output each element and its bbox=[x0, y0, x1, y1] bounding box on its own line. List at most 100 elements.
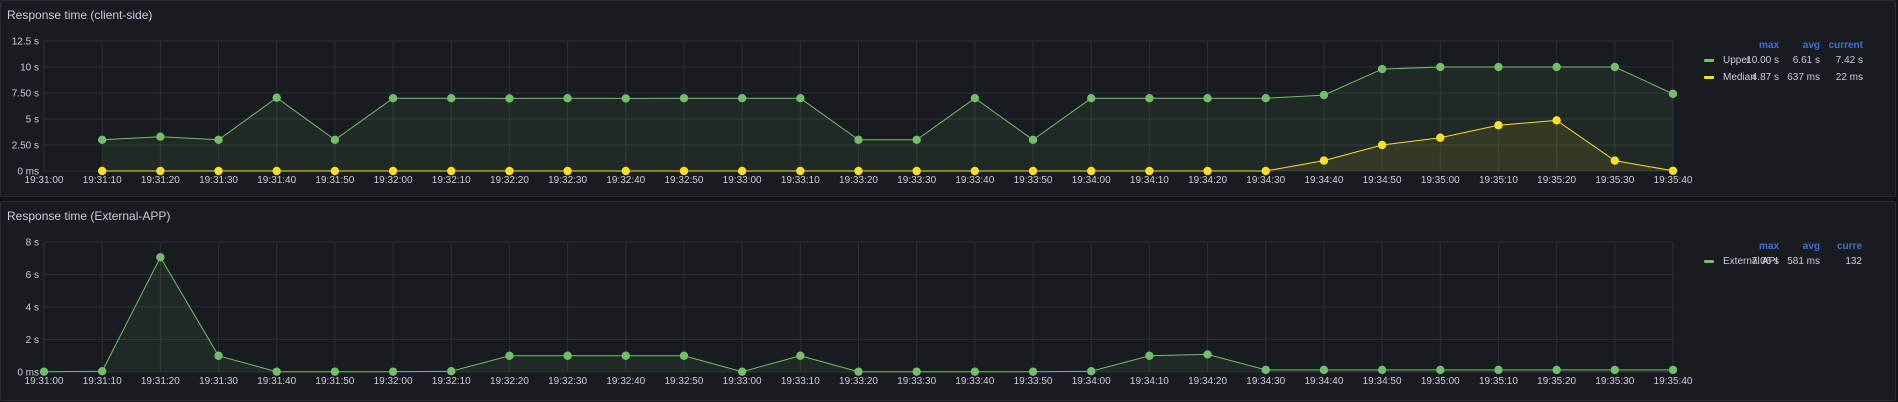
x-tick-label: 19:31:00 bbox=[25, 376, 64, 387]
x-tick-label: 19:33:10 bbox=[781, 175, 820, 186]
data-point bbox=[679, 94, 689, 103]
data-point bbox=[1145, 351, 1154, 360]
data-point bbox=[854, 166, 863, 176]
legend-value: 7.06 s bbox=[1752, 256, 1779, 267]
y-tick-label: 2.50 s bbox=[12, 141, 39, 152]
x-tick-label: 19:32:00 bbox=[374, 175, 413, 186]
data-point bbox=[1028, 166, 1038, 176]
x-tick-label: 19:35:00 bbox=[1421, 376, 1460, 387]
data-point bbox=[505, 94, 514, 103]
data-point bbox=[679, 166, 689, 176]
data-point bbox=[737, 367, 747, 376]
data-point bbox=[1494, 62, 1503, 72]
data-point bbox=[1668, 89, 1678, 99]
data-point bbox=[854, 367, 863, 376]
legend-swatch bbox=[1704, 260, 1714, 263]
data-point bbox=[621, 166, 630, 176]
data-point bbox=[214, 135, 223, 144]
x-tick-label: 19:33:00 bbox=[723, 376, 762, 387]
data-point bbox=[1203, 166, 1212, 176]
x-tick-label: 19:32:40 bbox=[606, 376, 645, 387]
x-tick-label: 19:32:20 bbox=[490, 175, 529, 186]
x-tick-label: 19:31:30 bbox=[199, 175, 238, 186]
x-tick-label: 19:34:40 bbox=[1304, 175, 1343, 186]
legend-header: curre bbox=[1837, 241, 1862, 252]
data-point bbox=[97, 166, 107, 176]
y-tick-label: 7.50 s bbox=[12, 89, 39, 100]
data-point bbox=[1436, 133, 1445, 142]
data-point bbox=[621, 94, 630, 103]
y-tick-label: 10 s bbox=[20, 63, 39, 74]
data-point bbox=[97, 135, 107, 144]
data-point bbox=[970, 94, 980, 103]
x-tick-label: 19:34:40 bbox=[1304, 376, 1343, 387]
data-point bbox=[214, 166, 223, 176]
x-tick-label: 19:32:30 bbox=[548, 175, 587, 186]
data-point bbox=[1261, 365, 1270, 375]
data-point bbox=[1319, 365, 1329, 375]
x-tick-label: 19:34:00 bbox=[1072, 175, 1111, 186]
data-point bbox=[505, 166, 514, 176]
data-point bbox=[1319, 156, 1329, 165]
panel-client-side: Response time (client-side) 0 ms 2.50 s5 … bbox=[0, 0, 1896, 197]
x-tick-label: 19:35:00 bbox=[1421, 175, 1460, 186]
x-tick-label: 19:34:10 bbox=[1130, 376, 1169, 387]
x-tick-label: 19:35:20 bbox=[1537, 175, 1576, 186]
data-point bbox=[1668, 166, 1678, 175]
x-tick-label: 19:32:30 bbox=[548, 376, 587, 387]
data-point bbox=[272, 93, 281, 102]
data-point bbox=[1319, 90, 1329, 100]
data-point bbox=[1203, 94, 1212, 103]
legend-value: 10.00 s bbox=[1746, 55, 1779, 66]
x-tick-label: 19:33:50 bbox=[1014, 175, 1053, 186]
data-point bbox=[563, 166, 572, 176]
legend-header: avg bbox=[1803, 40, 1820, 51]
data-point bbox=[854, 135, 863, 144]
x-tick-label: 19:31:10 bbox=[83, 376, 122, 387]
x-tick-label: 19:31:40 bbox=[257, 175, 296, 186]
data-point bbox=[1145, 94, 1154, 103]
x-tick-label: 19:32:50 bbox=[664, 376, 703, 387]
x-tick-label: 19:35:10 bbox=[1479, 175, 1518, 186]
data-point bbox=[1145, 166, 1154, 176]
data-point bbox=[737, 94, 747, 103]
legend-header: avg bbox=[1803, 241, 1820, 252]
x-tick-label: 19:33:20 bbox=[839, 175, 878, 186]
data-point bbox=[1436, 62, 1445, 72]
data-point bbox=[1377, 140, 1387, 150]
legend-value: 7.42 s bbox=[1836, 55, 1863, 66]
x-tick-label: 19:34:50 bbox=[1363, 376, 1402, 387]
x-tick-label: 19:31:20 bbox=[141, 175, 180, 186]
legend-header: current bbox=[1829, 40, 1864, 51]
x-tick-label: 19:34:30 bbox=[1246, 376, 1285, 387]
x-tick-label: 19:32:10 bbox=[432, 175, 471, 186]
x-tick-label: 19:31:50 bbox=[315, 175, 354, 186]
x-tick-label: 19:33:10 bbox=[781, 376, 820, 387]
x-tick-label: 19:35:40 bbox=[1654, 376, 1693, 387]
legend-value: 132 bbox=[1845, 256, 1862, 267]
x-tick-label: 19:31:00 bbox=[25, 175, 64, 186]
legend-value: 4.87 s bbox=[1752, 72, 1779, 83]
x-tick-label: 19:32:50 bbox=[664, 175, 703, 186]
x-tick-label: 19:34:30 bbox=[1246, 175, 1285, 186]
data-point bbox=[1028, 367, 1038, 376]
data-point bbox=[1436, 365, 1445, 375]
x-tick-label: 19:32:40 bbox=[606, 175, 645, 186]
data-point bbox=[1668, 365, 1678, 375]
x-tick-label: 19:34:10 bbox=[1130, 175, 1169, 186]
data-point bbox=[1087, 166, 1096, 176]
data-point bbox=[796, 166, 805, 176]
legend-value: 22 ms bbox=[1836, 72, 1863, 83]
x-tick-label: 19:31:50 bbox=[315, 376, 354, 387]
x-tick-label: 19:35:30 bbox=[1595, 175, 1634, 186]
data-point bbox=[1552, 365, 1561, 375]
y-tick-label: 5 s bbox=[26, 115, 39, 126]
data-point bbox=[388, 166, 398, 176]
x-tick-label: 19:31:30 bbox=[199, 376, 238, 387]
x-tick-label: 19:33:00 bbox=[723, 175, 762, 186]
data-point bbox=[330, 367, 340, 376]
data-point bbox=[970, 166, 980, 176]
x-tick-label: 19:33:30 bbox=[897, 175, 936, 186]
data-point bbox=[1610, 365, 1620, 375]
data-point bbox=[330, 166, 340, 176]
